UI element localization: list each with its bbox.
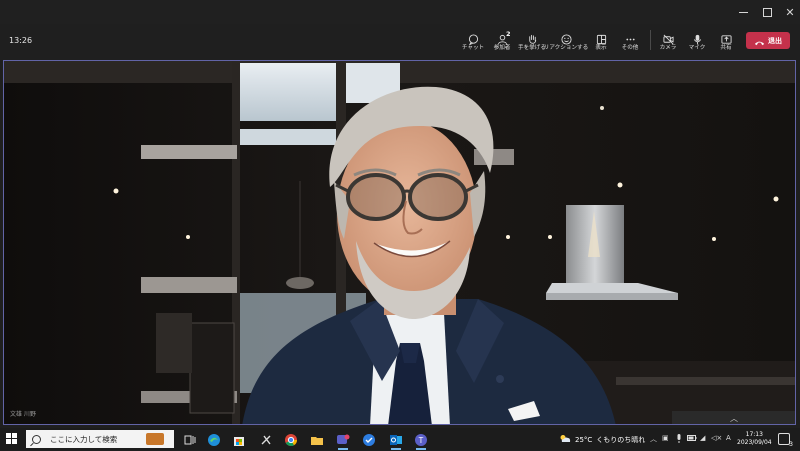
weather-widget[interactable]: 25°C くもりのち晴れ (559, 434, 645, 445)
search-highlight-icon (146, 433, 164, 445)
cloud-icon (559, 434, 571, 445)
chevron-up-icon: ︿ (730, 413, 738, 423)
wifi-icon[interactable]: ◢ (700, 434, 705, 442)
leave-button[interactable]: 退出 (746, 32, 790, 49)
chrome-icon[interactable] (284, 432, 298, 447)
outlook-icon[interactable] (389, 432, 403, 450)
chat-icon (458, 30, 488, 46)
people-icon: 2 (487, 30, 517, 45)
share-label: 共有 (720, 45, 732, 51)
hangup-icon (754, 31, 765, 50)
system-clock[interactable]: 17:13 2023/09/04 (737, 431, 772, 447)
window-titlebar: ✕ (0, 0, 800, 24)
layout-icon (586, 30, 616, 45)
close-icon[interactable]: ✕ (777, 0, 800, 24)
video-stage[interactable]: 文雄 川野 ︿ (3, 60, 796, 425)
taskbar-search-box[interactable]: ここに入力して検索 (26, 430, 174, 448)
participant-name: 文雄 川野 (10, 411, 36, 418)
more-button[interactable]: その他 (615, 30, 645, 56)
search-placeholder: ここに入力して検索 (50, 434, 118, 444)
snipping-icon[interactable] (259, 432, 273, 446)
mic-tray-icon[interactable] (676, 434, 682, 445)
teams-icon[interactable]: T (414, 432, 428, 450)
ime-indicator[interactable]: A (726, 434, 731, 442)
speaker-icon[interactable]: ◁× (711, 434, 722, 442)
windows-start-icon[interactable] (6, 433, 18, 445)
notification-icon[interactable]: 3 (778, 433, 793, 448)
battery-icon[interactable] (687, 434, 697, 444)
mic-icon (682, 30, 712, 45)
task-view-icon[interactable] (183, 432, 197, 446)
hand-icon (517, 30, 547, 44)
teams-chat-icon[interactable] (336, 432, 350, 450)
weather-condition: くもりのち晴れ (596, 435, 646, 444)
vpn-icon[interactable] (362, 432, 376, 446)
participant-video (4, 61, 795, 424)
search-icon (32, 434, 41, 444)
tray-overflow-icon[interactable]: ︿ (650, 434, 657, 444)
share-button[interactable]: 共有 (711, 30, 741, 56)
clock-date: 2023/09/04 (737, 439, 772, 446)
clock-time: 17:13 (745, 431, 763, 438)
smiley-icon (551, 30, 581, 45)
teams-tray-icon[interactable]: ▣ (662, 434, 669, 442)
meeting-timer: 13:26 (9, 36, 33, 45)
more-icon (615, 30, 645, 44)
leave-label: 退出 (768, 36, 782, 45)
minimize-icon[interactable] (730, 0, 756, 24)
expand-gallery-button[interactable]: ︿ (672, 411, 795, 424)
edge-icon[interactable] (207, 432, 221, 446)
share-icon (711, 30, 741, 44)
notification-count: 3 (789, 441, 793, 448)
explorer-icon[interactable] (310, 432, 324, 446)
toolbar-divider (650, 30, 651, 50)
weather-temp: 25°C (575, 435, 593, 444)
store-icon[interactable] (232, 432, 246, 446)
camera-icon (653, 30, 683, 45)
taskbar: ここに入力して検索 T 25°C くもりのち晴れ ︿ ▣ ◢ ◁× A 17:1… (0, 428, 800, 450)
svg-text:T: T (419, 436, 424, 445)
meeting-toolbar: 13:26 チャット 2 参加者 手を挙げる リアクションする 表示 その他 カ… (0, 24, 800, 58)
participants-count: 2 (506, 30, 511, 38)
